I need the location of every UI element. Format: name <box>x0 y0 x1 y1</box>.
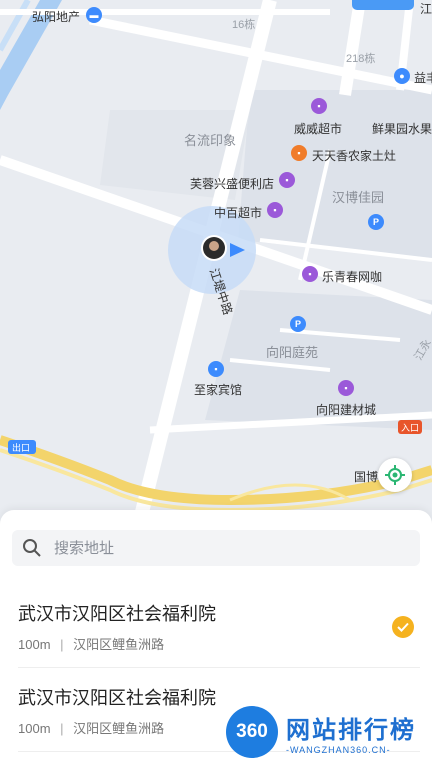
label-top-right: 江 <box>420 2 432 16</box>
result-address-line: 100m | 汉阳区鲤鱼洲路 <box>18 637 165 652</box>
xiangyang-mat-pin[interactable]: ▪ <box>338 380 354 396</box>
label-hanbo: 汉博佳园 <box>332 190 385 205</box>
label-hongyang: 弘阳地产 <box>32 10 81 24</box>
label-weiwei: 威威超市 <box>294 122 343 136</box>
label-mingliu: 名流印象 <box>184 133 237 148</box>
zhongbai-pin[interactable]: ▪ <box>267 202 283 218</box>
selected-check-icon <box>392 616 414 638</box>
weiwei-pin[interactable]: ▪ <box>311 98 327 114</box>
search-icon <box>23 539 41 557</box>
divider <box>18 667 420 668</box>
search-box[interactable] <box>12 530 420 566</box>
result-name: 武汉市汉阳区社会福利院 <box>18 604 216 624</box>
parking-pin-xiangyang[interactable]: P <box>290 316 306 332</box>
parking-pin-hanbo[interactable]: P <box>368 214 384 230</box>
result-address-line: 100m | 汉阳区鲤鱼洲路 <box>18 721 165 736</box>
yifeng-pin[interactable]: ● <box>394 68 410 84</box>
label-bld218: 218栋 <box>346 53 376 65</box>
watermark: 360 网站排行榜 -WANGZHAN360.CN- <box>226 706 416 758</box>
locate-button[interactable] <box>378 458 412 492</box>
map-view[interactable]: ▬ ● ▪ ▪ ▪ ▪ P ▪ P ▪ ▪ 弘阳地产 16栋 218栋 益丰 威… <box>0 0 432 522</box>
label-zhijia: 至家宾馆 <box>194 383 243 397</box>
result-address: 汉阳区鲤鱼洲路 <box>73 721 165 736</box>
map-canvas[interactable] <box>0 0 432 522</box>
locate-icon <box>385 465 405 485</box>
result-item[interactable]: 武汉市汉阳区社会福利院 100m | 汉阳区鲤鱼洲路 <box>0 586 432 668</box>
label-zhongbai: 中百超市 <box>214 206 263 220</box>
label-exit: 出口 <box>12 443 31 453</box>
hongyang-pin[interactable]: ▬ <box>86 7 102 23</box>
result-address: 汉阳区鲤鱼洲路 <box>73 637 165 652</box>
furong-pin[interactable]: ▪ <box>279 172 295 188</box>
result-distance: 100m <box>18 721 51 736</box>
search-input[interactable] <box>52 538 386 558</box>
watermark-title: 网站排行榜 <box>286 716 416 744</box>
result-distance: 100m <box>18 637 51 652</box>
tiantian-pin[interactable]: ▪ <box>291 145 307 161</box>
label-furong: 芙蓉兴盛便利店 <box>190 177 275 191</box>
watermark-logo: 360 <box>226 706 278 758</box>
zhijia-pin[interactable]: ▪ <box>208 361 224 377</box>
label-xiangyang-mat: 向阳建材城 <box>316 403 377 417</box>
label-entrance: 入口 <box>401 423 420 433</box>
watermark-subtitle: -WANGZHAN360.CN- <box>286 744 391 755</box>
result-name: 武汉市汉阳区社会福利院 <box>18 688 216 708</box>
label-tiantian: 天天香农家土灶 <box>312 149 397 163</box>
label-xianguoyuan: 鲜果园水果 <box>372 122 432 136</box>
label-leqingchun: 乐青春网咖 <box>322 270 383 284</box>
label-guobo: 国博 <box>354 470 379 484</box>
label-yifeng: 益丰 <box>414 71 432 85</box>
label-bld16: 16栋 <box>232 19 256 31</box>
leqingchun-pin[interactable]: ▪ <box>302 266 318 282</box>
label-xiangyang-court: 向阳庭苑 <box>266 345 319 360</box>
